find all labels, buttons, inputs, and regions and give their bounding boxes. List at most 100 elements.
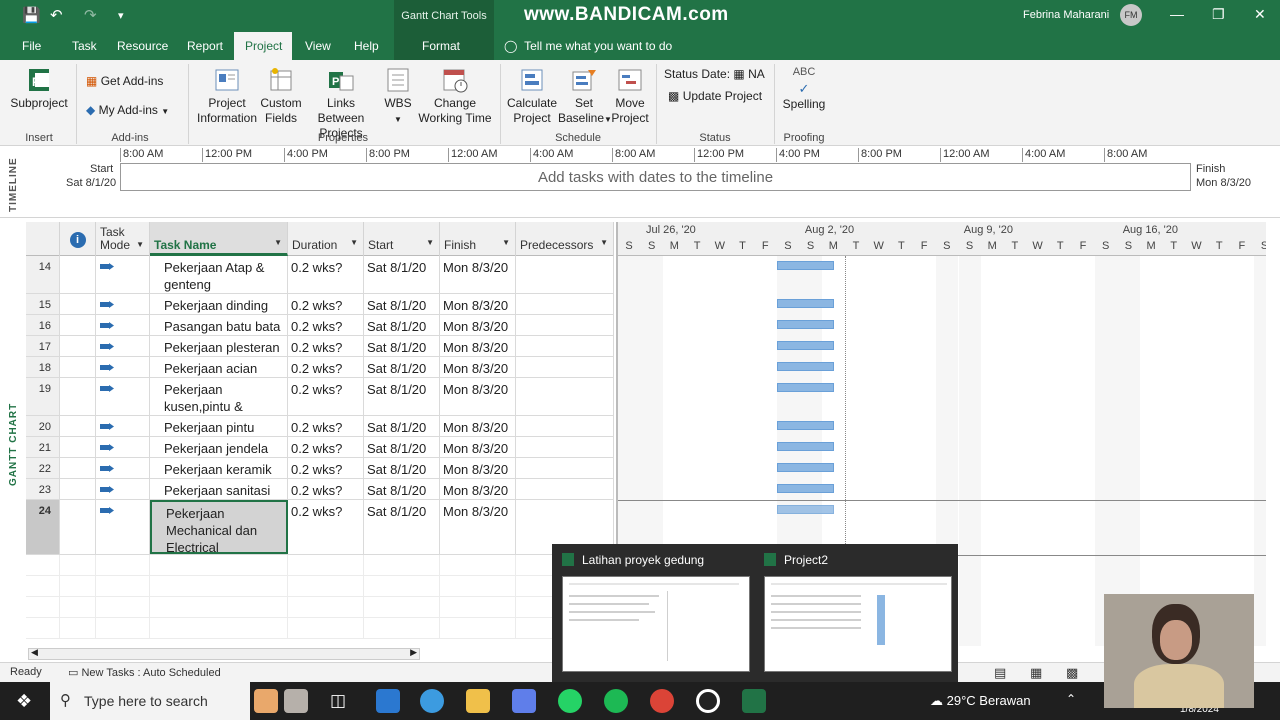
custom-fields-button[interactable]: Custom Fields (258, 66, 304, 126)
empty-row[interactable] (26, 576, 614, 597)
empty-cell[interactable] (96, 576, 150, 597)
finish-cell[interactable]: Mon 8/3/20 (440, 315, 516, 335)
duration-cell[interactable]: 0.2 wks? (288, 416, 364, 436)
gantt-task-bar[interactable] (776, 362, 834, 371)
table-row[interactable]: 22 Pekerjaan keramik 0.2 wks? Sat 8/1/20 Mon… (26, 458, 614, 479)
empty-row[interactable] (26, 555, 614, 576)
tray-chevron-up-icon[interactable]: ⌃ (1066, 692, 1076, 706)
select-all-corner[interactable] (26, 222, 60, 256)
get-addins-button[interactable]: ▦ Get Add-ins (86, 74, 163, 88)
finish-column-header[interactable]: Finish ▼ (440, 222, 516, 256)
new-tasks-mode[interactable]: ▭ New Tasks : Auto Scheduled (68, 666, 221, 679)
gantt-task-bar[interactable] (776, 421, 834, 430)
empty-cell[interactable] (60, 618, 96, 639)
status-date-button[interactable]: Status Date: ▦ NA (664, 67, 765, 81)
task-name-cell[interactable]: Pekerjaan Mechanical dan Electrical (150, 500, 288, 554)
chevron-down-icon[interactable]: ▼ (350, 238, 358, 247)
taskbar-search[interactable]: ⚲ Type here to search (50, 682, 250, 720)
row-id-cell[interactable]: 15 (26, 294, 60, 314)
table-row[interactable]: 14 Pekerjaan Atap & genteng 0.2 wks? Sat 8/1… (26, 256, 614, 294)
duration-cell[interactable]: 0.2 wks? (288, 256, 364, 293)
team-view-icon[interactable]: ▩ (1066, 665, 1078, 681)
change-working-time-button[interactable]: Change Working Time (416, 66, 494, 126)
row-id-cell[interactable]: 18 (26, 357, 60, 377)
weather-widget[interactable]: ☁ 29°C Berawan (930, 693, 1031, 709)
my-addins-button[interactable]: ◆ My Add-ins ▼ (86, 103, 169, 117)
row-id-cell[interactable]: 20 (26, 416, 60, 436)
empty-cell[interactable] (150, 576, 288, 597)
info-cell[interactable] (60, 479, 96, 499)
table-row[interactable]: 15 Pekerjaan dinding 0.2 wks? Sat 8/1/20 Mon… (26, 294, 614, 315)
task-mode-cell[interactable] (96, 315, 150, 335)
gantt-task-bar[interactable] (776, 261, 834, 270)
empty-cell[interactable] (60, 597, 96, 618)
empty-cell[interactable] (364, 576, 440, 597)
table-row[interactable]: 18 Pekerjaan acian 0.2 wks? Sat 8/1/20 Mon 8… (26, 357, 614, 378)
predecessors-cell[interactable] (516, 294, 614, 314)
empty-cell[interactable] (440, 597, 516, 618)
task-mode-cell[interactable] (96, 378, 150, 415)
task-name-cell[interactable]: Pekerjaan sanitasi (150, 479, 288, 499)
cortana-avatar-icon[interactable] (254, 689, 278, 713)
start-column-header[interactable]: Start ▼ (364, 222, 440, 256)
sheet-view-icon[interactable]: ▦ (1030, 665, 1042, 681)
row-id-cell[interactable]: 14 (26, 256, 60, 293)
empty-cell[interactable] (288, 555, 364, 576)
undo-icon[interactable]: ↶ (50, 6, 63, 24)
info-cell[interactable] (60, 458, 96, 478)
finish-cell[interactable]: Mon 8/3/20 (440, 336, 516, 356)
start-cell[interactable]: Sat 8/1/20 (364, 315, 440, 335)
start-cell[interactable]: Sat 8/1/20 (364, 256, 440, 293)
finish-cell[interactable]: Mon 8/3/20 (440, 479, 516, 499)
table-row[interactable]: 21 Pekerjaan jendela 0.2 wks? Sat 8/1/20 Mon… (26, 437, 614, 458)
empty-cell[interactable] (60, 576, 96, 597)
finish-cell[interactable]: Mon 8/3/20 (440, 357, 516, 377)
duration-cell[interactable]: 0.2 wks? (288, 500, 364, 554)
whatsapp-icon[interactable] (558, 689, 582, 713)
edge-icon[interactable] (420, 689, 444, 713)
start-cell[interactable]: Sat 8/1/20 (364, 458, 440, 478)
task-name-cell[interactable]: Pekerjaan Atap & genteng (150, 256, 288, 293)
gantt-task-bar[interactable] (776, 484, 834, 493)
empty-cell[interactable] (288, 576, 364, 597)
gantt-task-bar[interactable] (776, 299, 834, 308)
row-id-cell[interactable]: 16 (26, 315, 60, 335)
empty-cell[interactable] (150, 597, 288, 618)
table-row[interactable]: 24 Pekerjaan Mechanical dan Electrical 0.2 w… (26, 500, 614, 555)
empty-cell[interactable] (288, 597, 364, 618)
task-name-cell[interactable]: Pekerjaan kusen,pintu & (150, 378, 288, 415)
task-mode-cell[interactable] (96, 458, 150, 478)
empty-cell[interactable] (60, 555, 96, 576)
empty-cell[interactable] (440, 555, 516, 576)
predecessors-cell[interactable] (516, 256, 614, 293)
task-name-cell[interactable]: Pekerjaan jendela (150, 437, 288, 457)
empty-cell[interactable] (440, 576, 516, 597)
predecessors-column-header[interactable]: Predecessors ▼ (516, 222, 614, 256)
chrome-icon[interactable] (650, 689, 674, 713)
finish-cell[interactable]: Mon 8/3/20 (440, 294, 516, 314)
predecessors-cell[interactable] (516, 378, 614, 415)
ms-project-taskbar-icon[interactable] (742, 689, 766, 713)
chevron-down-icon[interactable]: ▼ (600, 238, 608, 247)
task-mode-cell[interactable] (96, 437, 150, 457)
table-row[interactable]: 19 Pekerjaan kusen,pintu & 0.2 wks? Sat 8/1/… (26, 378, 614, 416)
restore-icon[interactable]: ❐ (1212, 6, 1225, 23)
spelling-button[interactable]: ABC ✓ Spelling (778, 65, 830, 112)
empty-cell[interactable] (288, 618, 364, 639)
row-id-cell[interactable]: 22 (26, 458, 60, 478)
predecessors-cell[interactable] (516, 458, 614, 478)
update-project-button[interactable]: ▩ Update Project (668, 89, 762, 103)
chevron-down-icon[interactable]: ▼ (502, 238, 510, 247)
store-icon[interactable] (512, 689, 536, 713)
empty-cell[interactable] (96, 597, 150, 618)
predecessors-cell[interactable] (516, 315, 614, 335)
predecessors-cell[interactable] (516, 479, 614, 499)
gantt-task-bar[interactable] (776, 505, 834, 514)
spotify-icon[interactable] (604, 689, 628, 713)
start-cell[interactable]: Sat 8/1/20 (364, 357, 440, 377)
predecessors-cell[interactable] (516, 357, 614, 377)
windows-start-icon[interactable]: ❖ (16, 691, 32, 712)
duration-cell[interactable]: 0.2 wks? (288, 315, 364, 335)
links-between-projects-button[interactable]: P Links Between Projects (304, 66, 378, 141)
empty-row[interactable] (26, 618, 614, 639)
